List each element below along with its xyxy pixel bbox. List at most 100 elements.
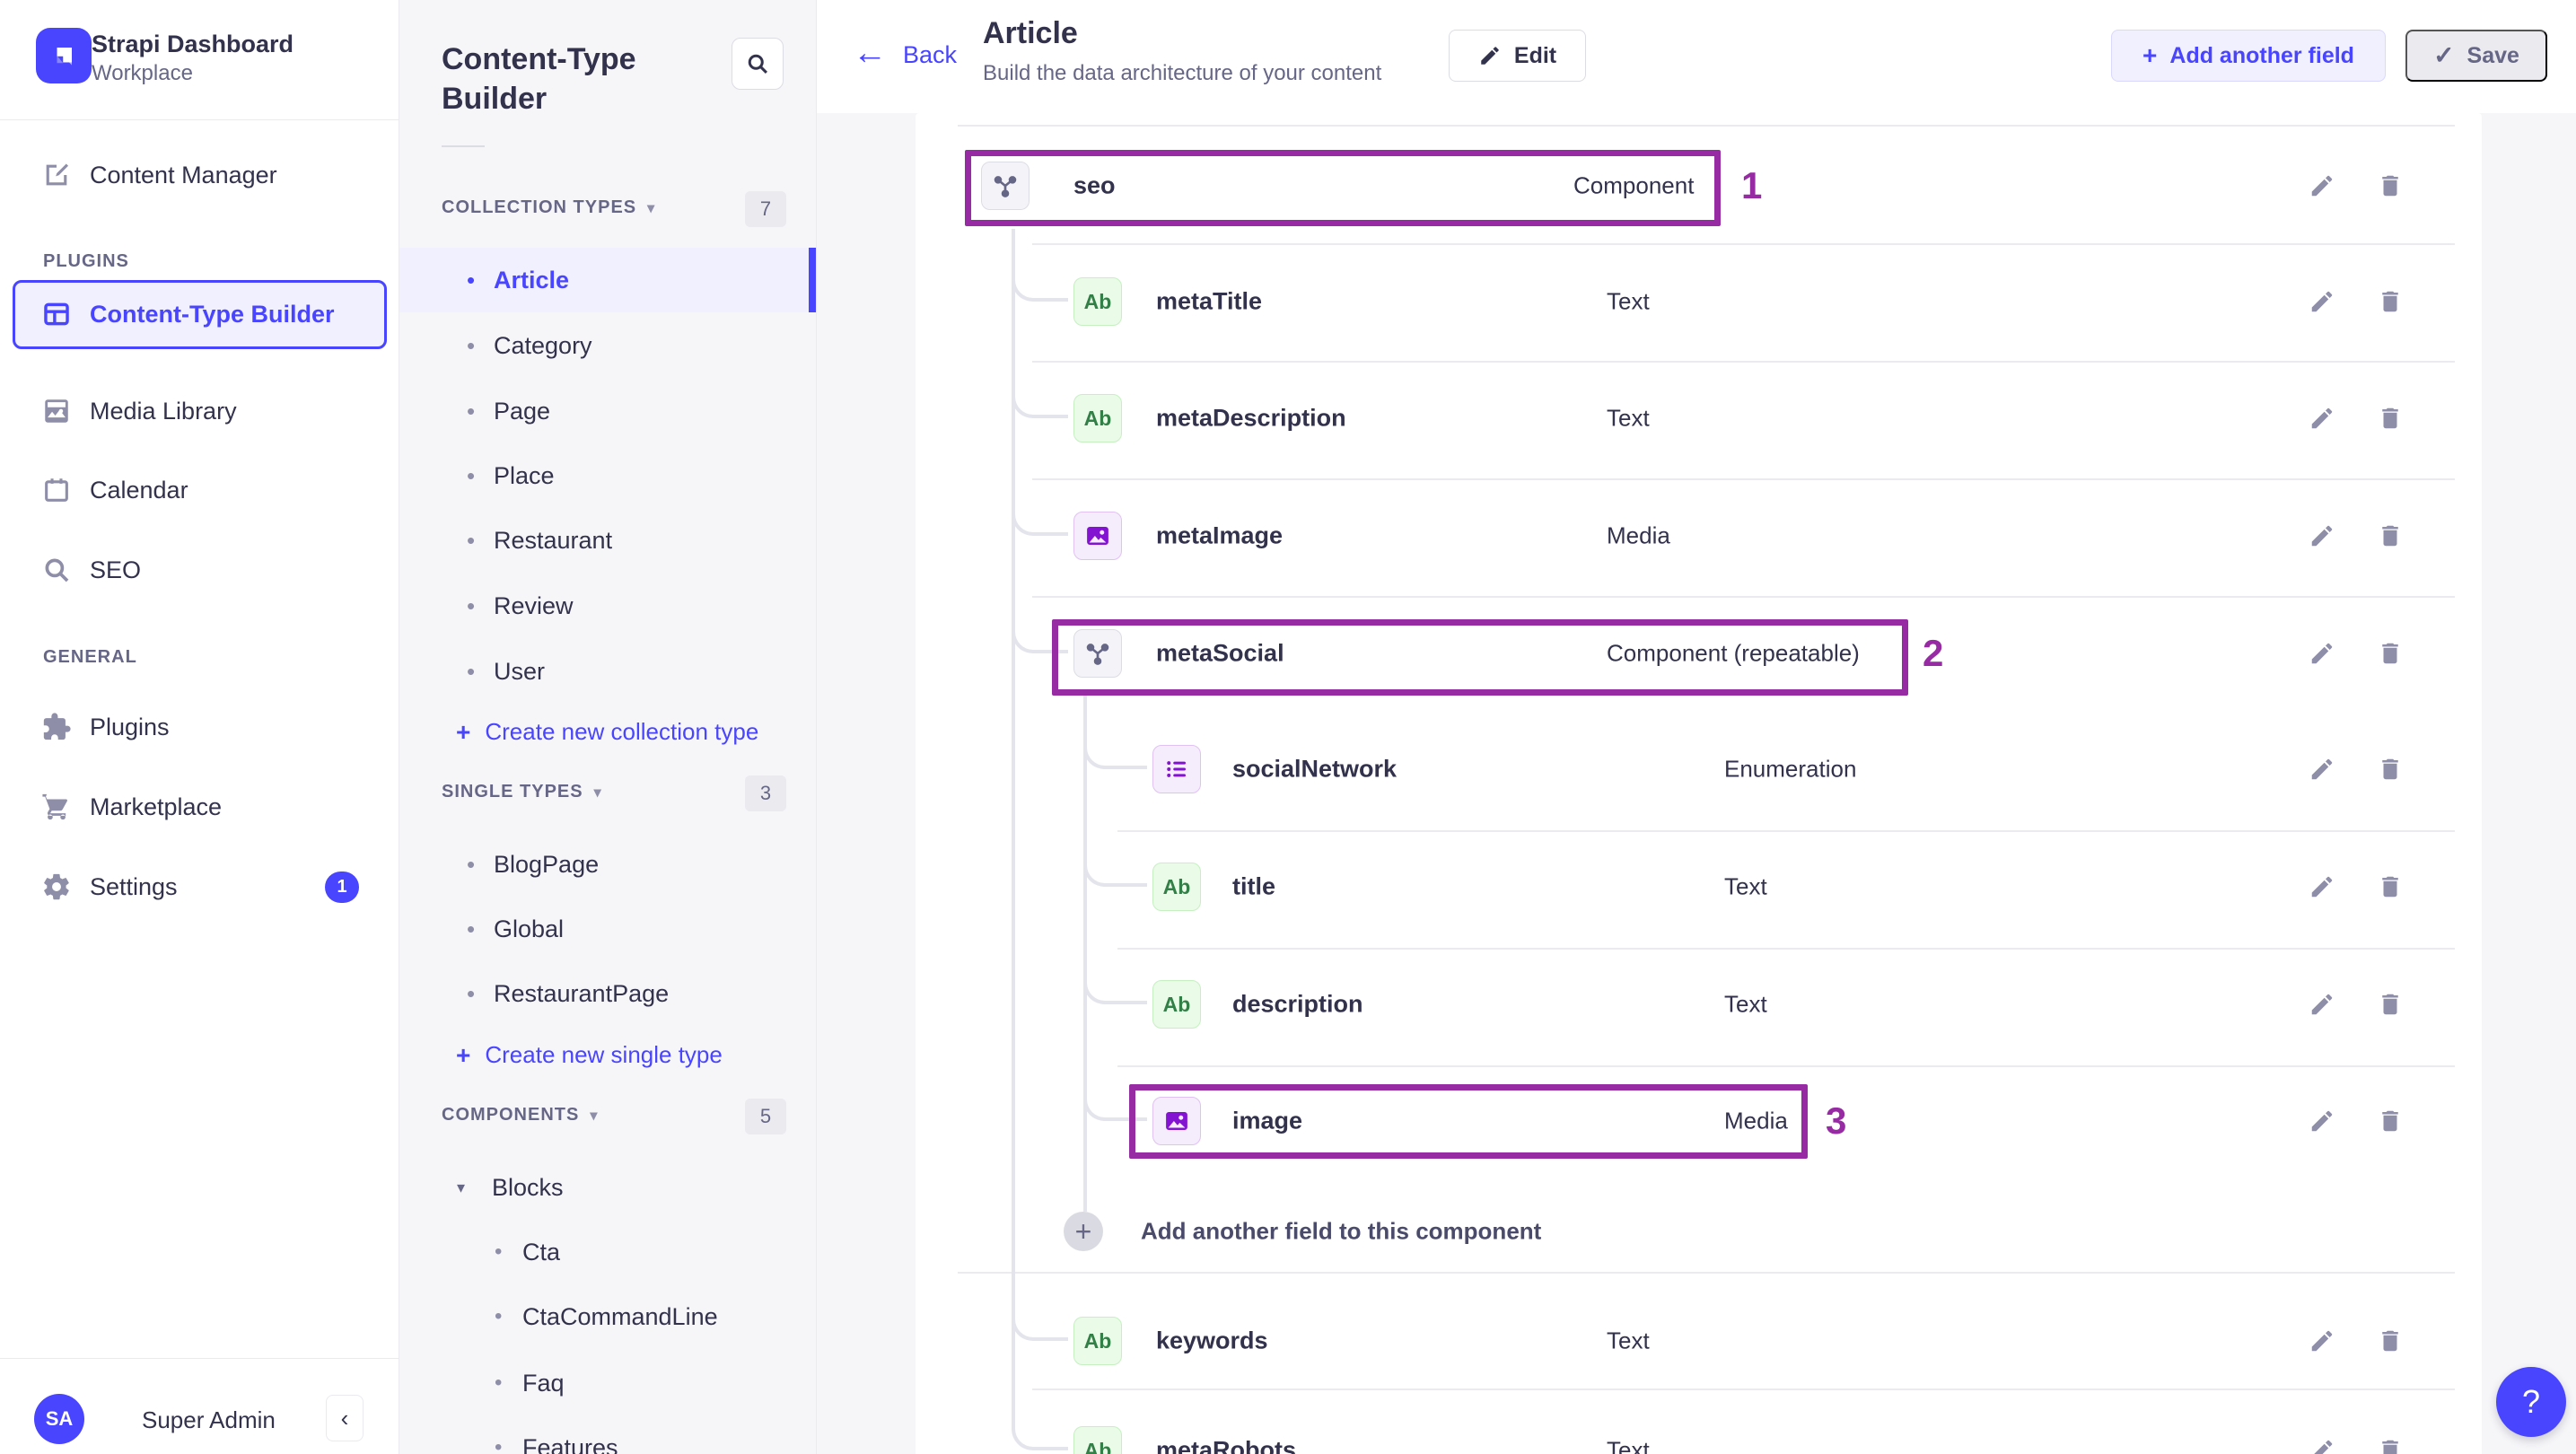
delete-field-button[interactable] xyxy=(2377,1437,2404,1454)
sidebar-item-calendar[interactable]: Calendar xyxy=(0,463,399,517)
avatar[interactable]: SA xyxy=(34,1394,84,1444)
row-separator xyxy=(1032,478,2455,480)
fields-card: seo Component Ab metaTitle Text Ab metaD… xyxy=(916,113,2482,1454)
row-separator xyxy=(1032,1388,2455,1390)
text-field-icon: Ab xyxy=(1152,863,1201,911)
annotation-number-2: 2 xyxy=(1923,632,1944,674)
edit-field-button[interactable] xyxy=(2309,522,2335,549)
field-row-description: Ab description Text xyxy=(916,980,2482,1029)
field-row-metatitle: Ab metaTitle Text xyxy=(916,277,2482,326)
nav-item-category[interactable]: • Category xyxy=(399,319,816,372)
add-another-field-button[interactable]: + Add another field xyxy=(2111,30,2386,82)
edit-field-button[interactable] xyxy=(2309,1437,2335,1454)
field-row-image: image Media xyxy=(916,1097,2482,1145)
strapi-logo-icon xyxy=(57,48,72,66)
nav-item-blogpage[interactable]: • BlogPage xyxy=(399,837,816,891)
nav-item-restaurant[interactable]: • Restaurant xyxy=(399,513,816,567)
search-button[interactable] xyxy=(732,38,784,90)
strapi-logo[interactable] xyxy=(36,28,92,83)
sidebar-item-seo[interactable]: SEO xyxy=(0,543,399,597)
chevron-down-icon: ▾ xyxy=(590,1108,599,1124)
create-collection-type-link[interactable]: + Create new collection type xyxy=(456,718,758,746)
field-row-metadescription: Ab metaDescription Text xyxy=(916,394,2482,442)
workspace-title: Strapi Dashboard xyxy=(92,31,294,57)
title-divider xyxy=(442,145,485,147)
delete-field-button[interactable] xyxy=(2377,873,2404,900)
annotation-number-3: 3 xyxy=(1826,1099,1847,1142)
delete-field-button[interactable] xyxy=(2377,1108,2404,1134)
settings-notification-badge: 1 xyxy=(325,872,359,903)
nav-item-cta[interactable]: • Cta xyxy=(399,1225,816,1279)
sidebar-item-label: Settings xyxy=(90,872,178,900)
help-button[interactable]: ? xyxy=(2496,1367,2566,1437)
media-field-icon xyxy=(1152,1097,1201,1145)
edit-button[interactable]: Edit xyxy=(1449,30,1586,82)
sidebar-item-media-library[interactable]: Media Library xyxy=(0,384,399,438)
pen-write-icon xyxy=(41,160,72,190)
edit-field-button[interactable] xyxy=(2309,405,2335,432)
edit-field-button[interactable] xyxy=(2309,640,2335,667)
edit-field-button[interactable] xyxy=(2309,756,2335,783)
plus-icon: + xyxy=(2142,41,2158,69)
components-header[interactable]: COMPONENTS ▾ xyxy=(442,1105,598,1126)
sidebar-item-settings[interactable]: Settings 1 xyxy=(0,860,399,914)
bullet-icon: • xyxy=(467,591,476,619)
nav-item-ctacommandline[interactable]: • CtaCommandLine xyxy=(399,1290,816,1344)
nav-item-restaurantpage[interactable]: • RestaurantPage xyxy=(399,967,816,1020)
nav-item-place[interactable]: • Place xyxy=(399,449,816,503)
sidebar-item-content-type-builder[interactable]: Content-Type Builder xyxy=(0,287,399,341)
nav-item-review[interactable]: • Review xyxy=(399,579,816,633)
text-field-icon: Ab xyxy=(1073,1317,1122,1365)
delete-field-button[interactable] xyxy=(2377,1327,2404,1354)
nav-item-user[interactable]: • User xyxy=(399,644,816,698)
delete-field-button[interactable] xyxy=(2377,405,2404,432)
collapse-sidebar-button[interactable]: ‹ xyxy=(326,1395,364,1441)
add-field-to-component-button[interactable]: + xyxy=(1064,1212,1103,1251)
delete-field-button[interactable] xyxy=(2377,756,2404,783)
row-separator xyxy=(1117,830,2455,832)
single-types-header[interactable]: SINGLE TYPES ▾ xyxy=(442,782,602,802)
single-types-count: 3 xyxy=(745,775,786,811)
bullet-icon: • xyxy=(467,526,476,554)
delete-field-button[interactable] xyxy=(2377,288,2404,315)
nav-item-global[interactable]: • Global xyxy=(399,902,816,956)
component-icon xyxy=(981,162,1030,210)
edit-field-button[interactable] xyxy=(2309,1327,2335,1354)
main-sidebar: Strapi Dashboard Workplace Content Manag… xyxy=(0,0,399,1454)
collection-types-header[interactable]: COLLECTION TYPES ▾ xyxy=(442,197,655,218)
row-separator xyxy=(1032,596,2455,598)
calendar-icon xyxy=(41,475,72,505)
edit-field-button[interactable] xyxy=(2309,873,2335,900)
edit-field-button[interactable] xyxy=(2309,172,2335,199)
delete-field-button[interactable] xyxy=(2377,991,2404,1018)
delete-field-button[interactable] xyxy=(2377,172,2404,199)
sidebar-item-label: Content Manager xyxy=(90,161,277,188)
delete-field-button[interactable] xyxy=(2377,522,2404,549)
edit-field-button[interactable] xyxy=(2309,991,2335,1018)
create-single-type-link[interactable]: + Create new single type xyxy=(456,1041,723,1069)
user-name: Super Admin xyxy=(142,1406,276,1433)
plus-icon: + xyxy=(456,717,471,746)
bullet-icon: • xyxy=(467,461,476,489)
page-title: Article xyxy=(983,16,1078,50)
pencil-icon xyxy=(1481,47,1499,65)
delete-field-button[interactable] xyxy=(2377,640,2404,667)
gear-icon xyxy=(41,872,72,902)
nav-item-features[interactable]: • Features xyxy=(399,1421,816,1454)
nav-item-page[interactable]: • Page xyxy=(399,384,816,438)
nav-item-article[interactable]: • Article xyxy=(399,253,816,307)
field-row-metasocial: metaSocial Component (repeatable) xyxy=(916,629,2482,678)
edit-field-button[interactable] xyxy=(2309,1108,2335,1134)
edit-field-button[interactable] xyxy=(2309,288,2335,315)
nav-group-blocks[interactable]: ▾ Blocks xyxy=(399,1161,816,1214)
add-field-to-component-label[interactable]: Add another field to this component xyxy=(1141,1218,1541,1246)
sidebar-item-plugins[interactable]: Plugins xyxy=(0,700,399,754)
sidebar-item-content-manager[interactable]: Content Manager xyxy=(0,148,399,202)
bullet-icon: • xyxy=(495,1371,503,1395)
row-separator xyxy=(1117,948,2455,950)
check-icon: ✓ xyxy=(2433,41,2455,69)
sidebar-item-marketplace[interactable]: Marketplace xyxy=(0,780,399,834)
nav-item-faq[interactable]: • Faq xyxy=(399,1356,816,1410)
save-button[interactable]: ✓ Save xyxy=(2405,30,2547,82)
back-link[interactable]: Back xyxy=(903,41,957,69)
